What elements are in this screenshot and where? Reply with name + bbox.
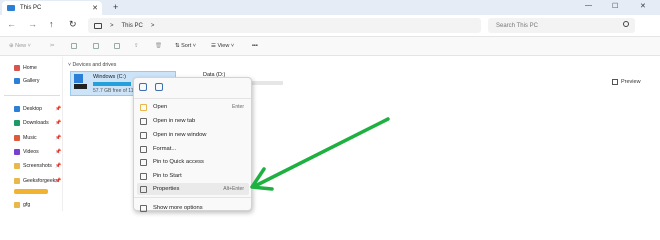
arrow-shaft bbox=[253, 117, 390, 188]
annotation-arrow bbox=[250, 117, 390, 191]
